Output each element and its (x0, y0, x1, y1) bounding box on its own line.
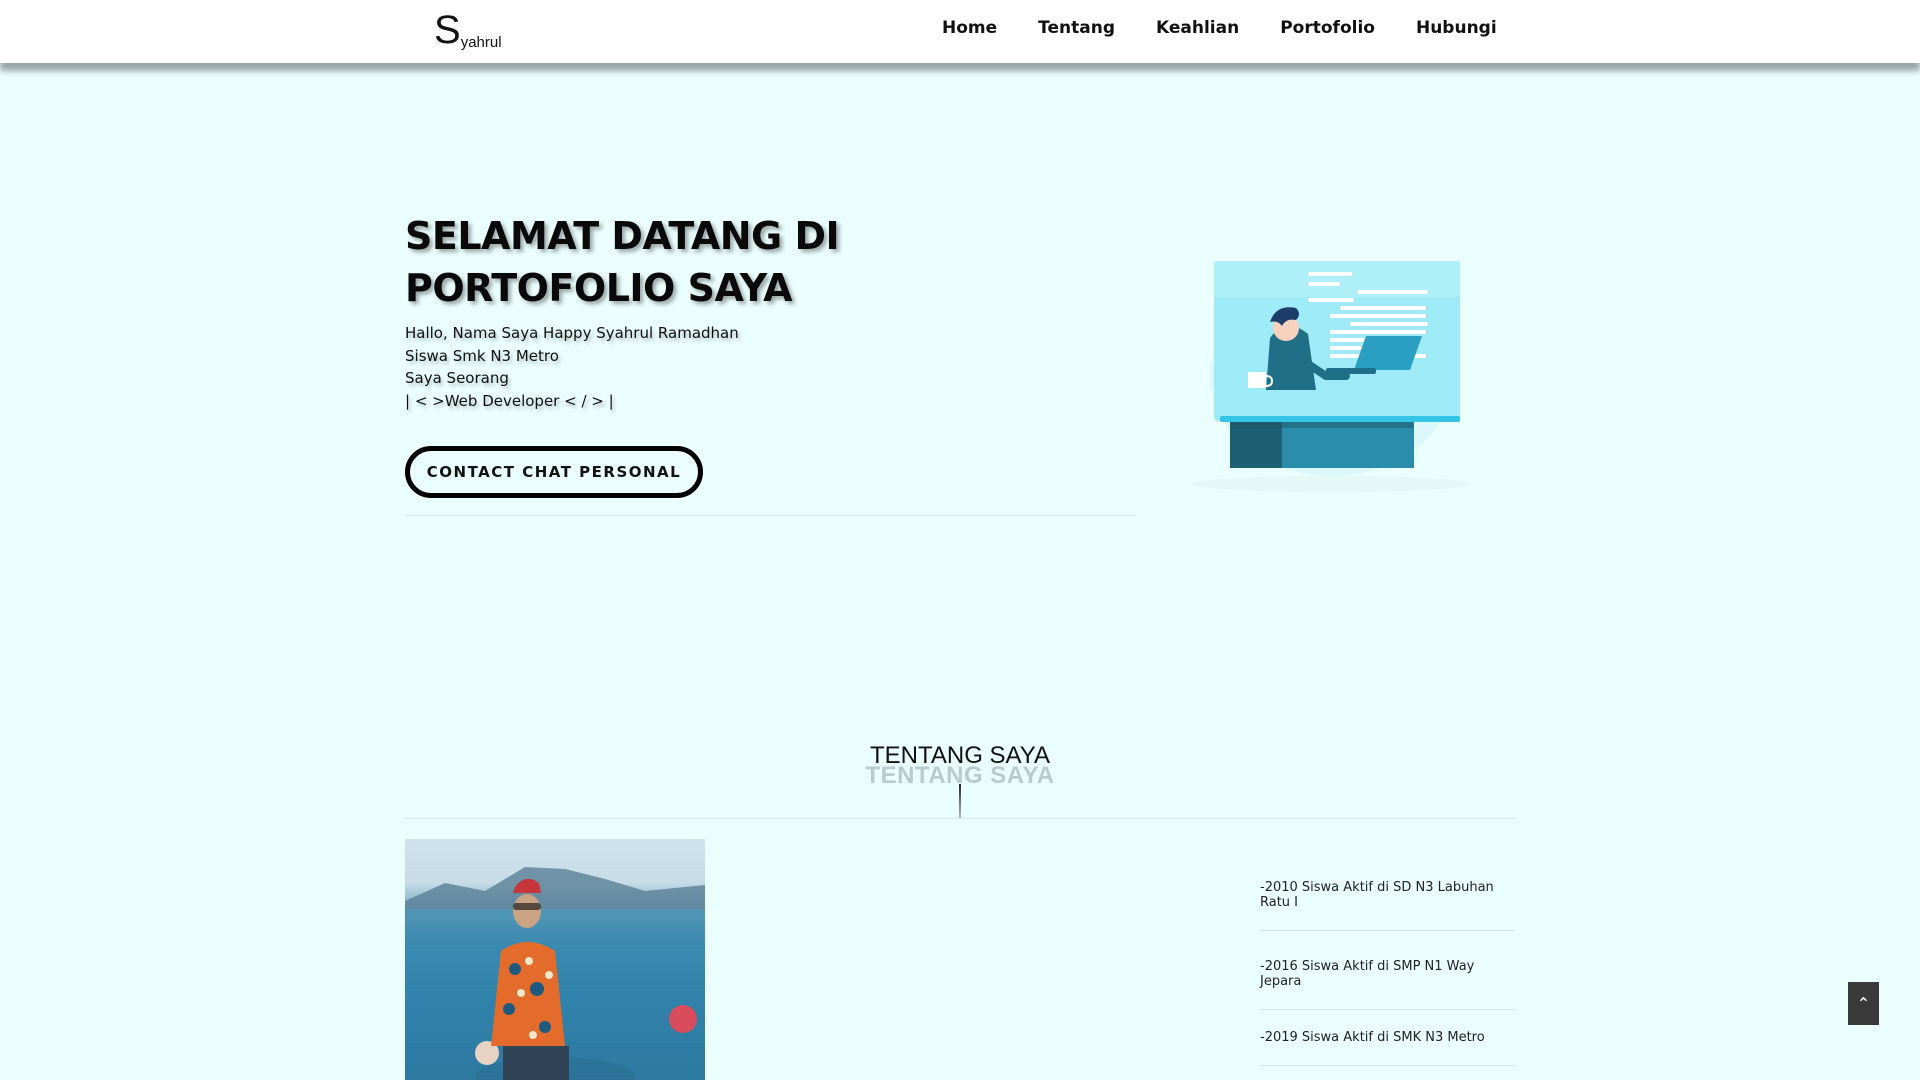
navbar: Syahrul Home Tentang Keahlian Portofolio… (0, 0, 1920, 63)
hero-intro-line: Saya Seorang (405, 369, 509, 387)
about-divider (405, 818, 1515, 819)
profile-photo (405, 839, 705, 1080)
hero-title: SELAMAT DATANG DI PORTOFOLIO SAYA (405, 210, 925, 314)
about-title: TENTANG SAYA (869, 742, 1051, 769)
timeline-item: -2019 Siswa Aktif di SMK N3 Metro (1260, 1010, 1515, 1066)
contact-chat-button[interactable]: CONTACT CHAT PERSONAL (405, 446, 703, 498)
scroll-to-top-button[interactable]: ⌃ (1848, 982, 1879, 1025)
hero-intro-line: Hallo, Nama Saya Happy Syahrul Ramadhan (405, 324, 739, 342)
nav-menu: Home Tentang Keahlian Portofolio Hubungi (942, 18, 1538, 38)
hero-title-line-2: PORTOFOLIO SAYA (405, 266, 793, 310)
nav-link-keahlian[interactable]: Keahlian (1156, 18, 1239, 38)
hero-intro: Hallo, Nama Saya Happy Syahrul Ramadhan … (405, 322, 739, 412)
timeline-item: -2016 Siswa Aktif di SMP N1 Way Jepara (1260, 931, 1515, 1010)
education-timeline: -2010 Siswa Aktif di SD N3 Labuhan Ratu … (1260, 880, 1515, 1066)
nav-link-home[interactable]: Home (942, 18, 997, 38)
brand-initial: S (434, 8, 461, 52)
developer-illustration (1192, 261, 1472, 492)
timeline-item: -2010 Siswa Aktif di SD N3 Labuhan Ratu … (1260, 880, 1515, 931)
brand-name: yahrul (460, 34, 502, 51)
hero-title-line-1: SELAMAT DATANG DI (405, 214, 840, 258)
nav-link-hubungi[interactable]: Hubungi (1416, 18, 1497, 38)
nav-link-tentang[interactable]: Tentang (1038, 18, 1115, 38)
brand-logo[interactable]: Syahrul (434, 6, 502, 54)
chevron-up-icon: ⌃ (1856, 994, 1871, 1013)
hero-intro-line: Siswa Smk N3 Metro (405, 346, 559, 365)
about-title-underline (959, 784, 961, 818)
hero-intro-line: | < >Web Developer < / > | (405, 391, 614, 410)
nav-link-portofolio[interactable]: Portofolio (1280, 18, 1375, 38)
hero-divider (405, 515, 1135, 516)
